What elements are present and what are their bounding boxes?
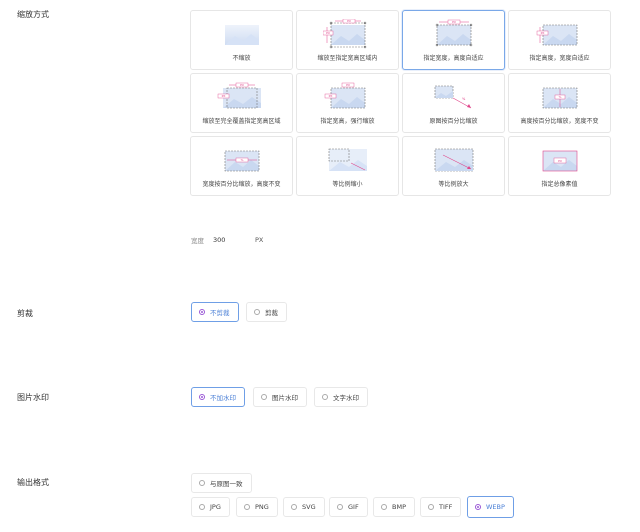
height-percent-preview-icon: %	[542, 87, 578, 109]
format-webp-radio[interactable]: WEBP	[467, 496, 514, 518]
format-jpg-radio[interactable]: JPG	[191, 497, 230, 517]
radio-indicator	[381, 504, 387, 510]
scale-option-card[interactable]: PX 指定高度，宽度自适应	[508, 10, 611, 70]
fixed-height-preview-icon: PX	[536, 24, 578, 46]
svg-text:PX: PX	[541, 31, 545, 35]
radio-label: JPG	[210, 503, 221, 511]
width-field-label: 宽度	[191, 237, 204, 245]
scale-mode-grid: 不缩放 PX PX 缩放至指定宽高区域内 PX 指定宽度，高度自适应 PX 指定…	[190, 10, 614, 196]
fit-area-preview-icon: PX PX	[323, 19, 367, 49]
scale-option-card[interactable]: PX 指定总像素值	[508, 136, 611, 196]
svg-text:PX: PX	[222, 94, 226, 98]
format-tiff-radio[interactable]: TIFF	[420, 497, 462, 517]
watermark-section-label: 图片水印	[17, 393, 49, 402]
format-svg-radio[interactable]: SVG	[283, 497, 325, 517]
force-resize-preview-icon: PX PX	[324, 82, 366, 109]
crop-section-label: 剪裁	[17, 309, 33, 318]
radio-indicator	[199, 480, 205, 486]
radio-label: 剪裁	[265, 309, 278, 317]
format-gif-radio[interactable]: GIF	[329, 497, 368, 517]
radio-label: GIF	[348, 503, 359, 511]
radio-indicator	[291, 504, 297, 510]
radio-indicator	[244, 504, 250, 510]
svg-text:PX: PX	[329, 94, 333, 98]
radio-indicator	[254, 309, 260, 315]
radio-indicator	[199, 309, 205, 315]
radio-label: 不剪裁	[210, 309, 230, 317]
fixed-width-preview-icon: PX	[435, 19, 473, 47]
scale-option-card[interactable]: % 原图按百分比缩放	[402, 73, 505, 133]
radio-label: PNG	[255, 503, 269, 511]
scale-option-label: 缩放至指定宽高区域内	[317, 55, 378, 62]
scale-option-card[interactable]: 不缩放	[190, 10, 293, 70]
scale-option-label: 原图按百分比缩放	[429, 118, 478, 125]
svg-text:%: %	[241, 158, 244, 162]
scale-option-label: 指定宽度，高度自适应	[423, 55, 484, 62]
width-input[interactable]	[213, 233, 253, 247]
svg-text:PX: PX	[326, 31, 330, 35]
text-watermark-radio[interactable]: 文字水印	[314, 387, 368, 407]
scale-option-label: 等比例缩小	[332, 181, 363, 188]
format-png-radio[interactable]: PNG	[236, 497, 278, 517]
cover-area-preview-icon: PX PX	[217, 82, 261, 109]
radio-label: BMP	[392, 503, 406, 511]
format-section-label: 输出格式	[17, 478, 49, 487]
svg-text:%: %	[462, 97, 466, 101]
format-original-radio[interactable]: 与原图一致	[191, 473, 252, 493]
radio-label: 与原图一致	[210, 480, 243, 488]
shrink-preview-icon	[328, 148, 367, 171]
radio-label: WEBP	[486, 503, 505, 511]
scale-option-card[interactable]: PX PX 缩放至指定宽高区域内	[296, 10, 399, 70]
width-percent-preview-icon: %	[224, 150, 260, 172]
format-bmp-radio[interactable]: BMP	[373, 497, 415, 517]
scale-option-label: 指定高度，宽度自适应	[529, 55, 590, 62]
svg-text:PX: PX	[240, 83, 244, 87]
radio-label: 图片水印	[272, 394, 298, 402]
scale-option-label: 指定总像素值	[541, 181, 578, 188]
radio-label: 文字水印	[333, 394, 359, 402]
radio-indicator	[337, 504, 343, 510]
percent-scale-preview-icon: %	[434, 85, 472, 109]
scale-option-label: 宽度按百分比缩放，高度不变	[202, 181, 281, 188]
width-field-row: 宽度 PX	[191, 232, 263, 248]
svg-text:PX: PX	[347, 19, 351, 23]
svg-text:%: %	[559, 95, 562, 99]
svg-text:PX: PX	[452, 20, 456, 24]
no-crop-radio[interactable]: 不剪裁	[191, 302, 239, 322]
scale-option-card[interactable]: 等比例缩小	[296, 136, 399, 196]
total-pixel-preview-icon: PX	[542, 150, 578, 172]
scale-preview-icon	[225, 25, 259, 45]
radio-label: SVG	[302, 503, 316, 511]
scale-option-label: 不缩放	[232, 55, 251, 62]
scale-option-card[interactable]: % 高度按百分比缩放，宽度不变	[508, 73, 611, 133]
scale-option-label: 等比例放大	[438, 181, 469, 188]
radio-indicator	[475, 504, 481, 510]
image-watermark-radio[interactable]: 图片水印	[253, 387, 307, 407]
width-unit: PX	[255, 236, 264, 244]
scale-section-label: 缩放方式	[17, 10, 49, 19]
radio-label: TIFF	[439, 503, 453, 511]
radio-indicator	[428, 504, 434, 510]
radio-indicator	[322, 394, 328, 400]
scale-option-card[interactable]: % 宽度按百分比缩放，高度不变	[190, 136, 293, 196]
scale-option-label: 指定宽高，强行缩放	[320, 118, 375, 125]
scale-option-card[interactable]: PX PX 指定宽高，强行缩放	[296, 73, 399, 133]
svg-text:PX: PX	[346, 83, 350, 87]
scale-option-card[interactable]: PX PX 缩放至完全覆盖指定宽高区域	[190, 73, 293, 133]
scale-option-card-selected[interactable]: PX 指定宽度，高度自适应	[402, 10, 505, 70]
enlarge-preview-icon	[434, 148, 474, 172]
scale-option-label: 缩放至完全覆盖指定宽高区域	[202, 118, 281, 125]
radio-indicator	[261, 394, 267, 400]
no-watermark-radio[interactable]: 不加水印	[191, 387, 245, 407]
svg-text:PX: PX	[558, 159, 562, 163]
radio-label: 不加水印	[210, 394, 236, 402]
radio-indicator	[199, 394, 205, 400]
radio-indicator	[199, 504, 205, 510]
scale-option-card[interactable]: 等比例放大	[402, 136, 505, 196]
crop-radio[interactable]: 剪裁	[246, 302, 287, 322]
scale-option-label: 高度按百分比缩放，宽度不变	[520, 118, 599, 125]
